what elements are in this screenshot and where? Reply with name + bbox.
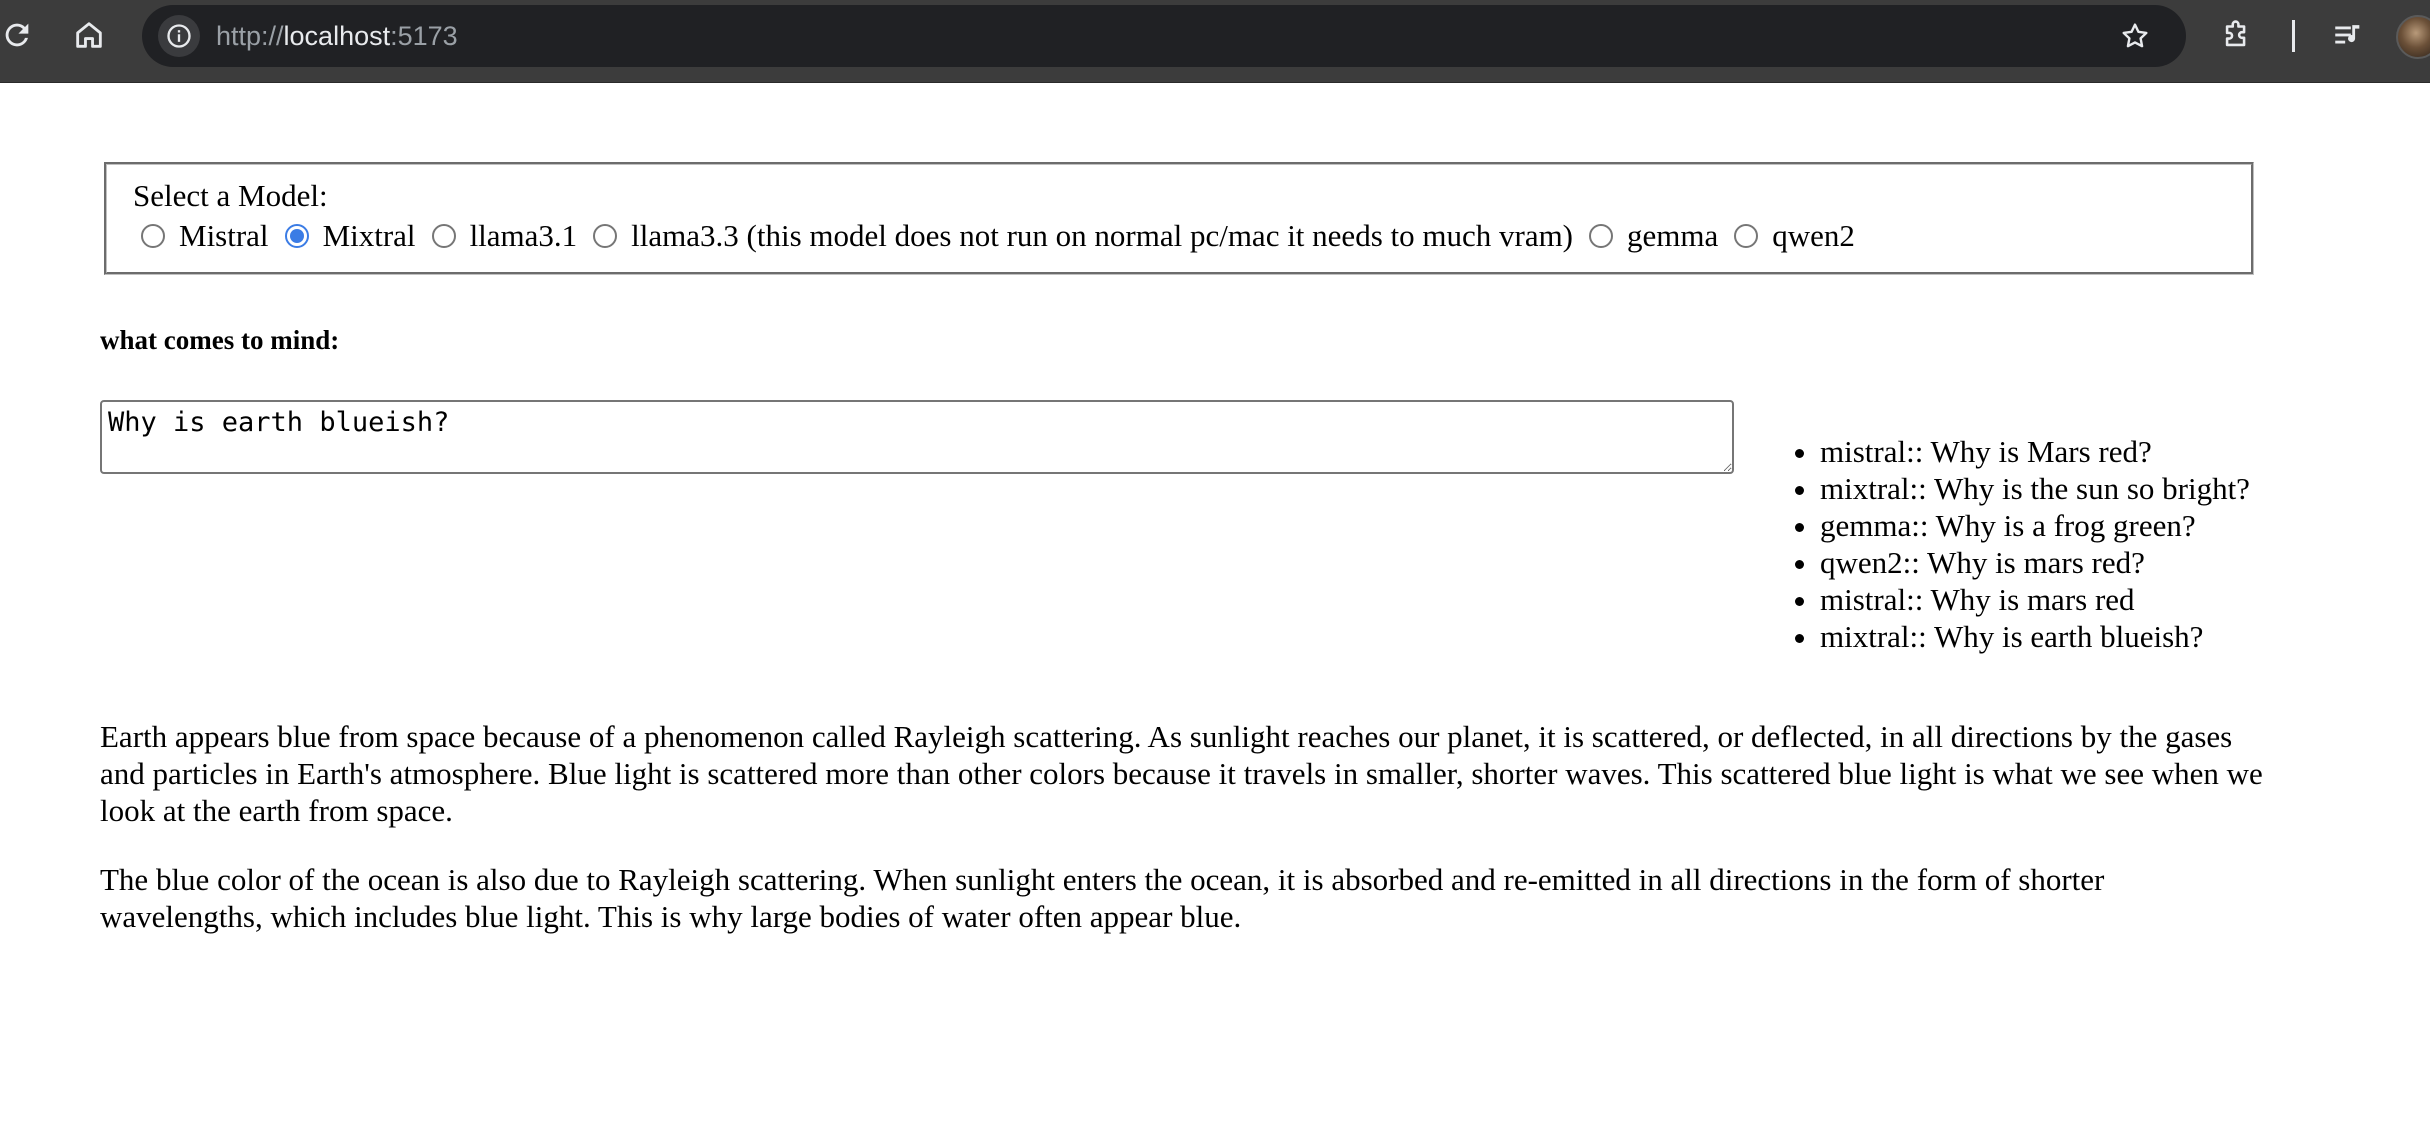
url-host: localhost [283, 21, 391, 51]
address-bar[interactable]: http://localhost:5173 [142, 5, 2186, 67]
avatar[interactable] [2396, 15, 2430, 59]
history-item[interactable]: mistral:: Why is Mars red? [1820, 433, 2250, 470]
model-option-llama3-1[interactable]: llama3.1 [431, 218, 578, 254]
radio-mistral[interactable] [141, 224, 165, 248]
model-option-label: llama3.3 (this model does not run on nor… [631, 218, 1574, 253]
browser-toolbar: http://localhost:5173 [0, 0, 2430, 83]
url-port: :5173 [390, 21, 458, 51]
model-option-llama3-3[interactable]: llama3.3 (this model does not run on nor… [593, 218, 1573, 254]
model-option-mistral[interactable]: Mistral [141, 218, 269, 254]
bookmark-button[interactable] [2114, 15, 2156, 57]
model-options: Mistral Mixtral llama3.1 llama3.3 (this … [141, 218, 1871, 254]
url-text[interactable]: http://localhost:5173 [216, 19, 458, 53]
radio-mixtral[interactable] [284, 224, 309, 248]
history-item[interactable]: mixtral:: Why is the sun so bright? [1820, 470, 2250, 507]
prompt-textarea[interactable]: Why is earth blueish? [100, 400, 1734, 474]
model-option-qwen2[interactable]: qwen2 [1734, 218, 1855, 254]
model-option-label: gemma [1627, 218, 1719, 253]
radio-llama3-1[interactable] [431, 224, 456, 248]
history-item[interactable]: qwen2:: Why is mars red? [1820, 544, 2250, 581]
history-list: mistral:: Why is Mars red? mixtral:: Why… [1790, 433, 2250, 655]
home-icon [76, 22, 102, 48]
info-icon [167, 24, 191, 48]
radio-llama3-3[interactable] [593, 224, 618, 248]
model-option-label: llama3.1 [469, 218, 578, 253]
answer-output: Earth appears blue from space because of… [100, 718, 2270, 967]
answer-paragraph: The blue color of the ocean is also due … [100, 862, 2105, 934]
media-controls-icon [2335, 25, 2360, 44]
toolbar-divider [2292, 20, 2295, 52]
model-option-label: Mixtral [322, 218, 416, 253]
puzzle-icon [2225, 20, 2246, 47]
site-info-button[interactable] [158, 15, 200, 57]
radio-gemma[interactable] [1589, 224, 1614, 248]
model-select-legend: Select a Model: [133, 178, 328, 213]
model-option-label: qwen2 [1772, 218, 1855, 253]
answer-paragraph: Earth appears blue from space because of… [100, 719, 2263, 828]
history-item[interactable]: mistral:: Why is mars red [1820, 581, 2250, 618]
model-select-fieldset: Select a Model: Mistral Mixtral llama3.1… [104, 162, 2254, 275]
model-option-mixtral[interactable]: Mixtral [284, 218, 416, 254]
media-controls-button[interactable] [2325, 12, 2371, 58]
home-button[interactable] [66, 12, 112, 58]
model-option-label: Mistral [179, 218, 269, 253]
reload-button[interactable] [0, 12, 40, 58]
prompt-label: what comes to mind: [100, 325, 340, 355]
history-item[interactable]: gemma:: Why is a frog green? [1820, 507, 2250, 544]
history-item[interactable]: mixtral:: Why is earth blueish? [1820, 618, 2250, 655]
model-option-gemma[interactable]: gemma [1589, 218, 1718, 254]
url-scheme: http:// [216, 21, 284, 51]
extensions-button[interactable] [2214, 12, 2260, 58]
radio-qwen2[interactable] [1734, 224, 1759, 248]
reload-icon [5, 23, 29, 47]
star-icon [2122, 23, 2148, 48]
